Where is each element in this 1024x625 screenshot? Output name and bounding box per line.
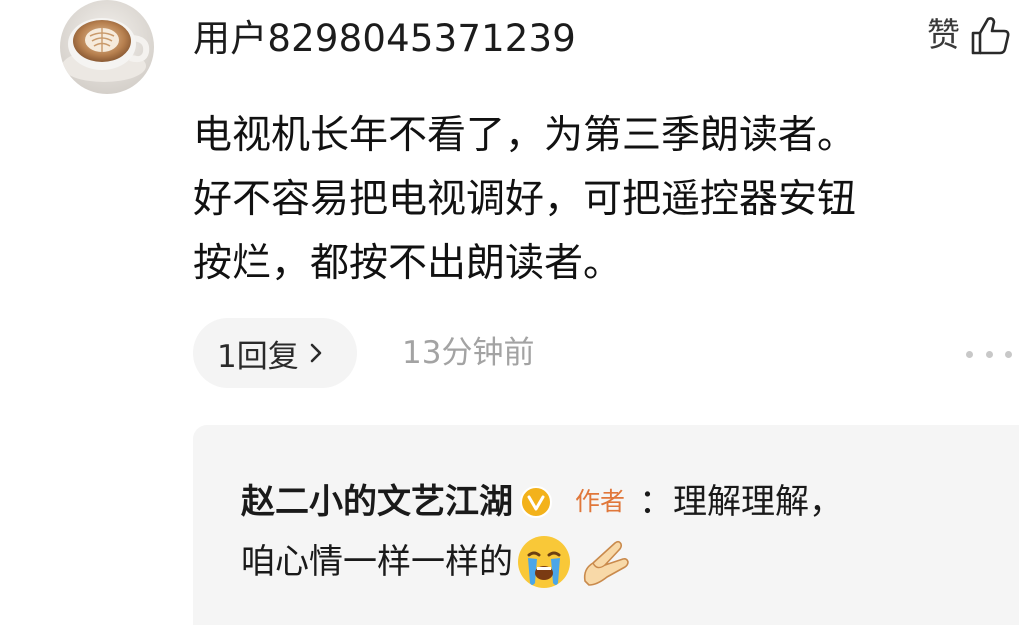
reply-preview[interactable]: 赵二小的文艺江湖 作者 ：理解理解， 咱心情一样一样的 (193, 425, 1019, 625)
reply-header-line: 赵二小的文艺江湖 作者 ：理解理解， (241, 477, 843, 527)
avatar[interactable] (60, 0, 154, 94)
reply-count-label: 1回复 (217, 338, 299, 375)
latte-avatar-image (60, 0, 154, 94)
author-tag-badge: 作者 (575, 487, 626, 516)
username[interactable]: 用户8298045371239 (193, 14, 576, 64)
comment-item: 用户8298045371239 赞 电视机长年不看了，为第三季朗读者。 好不容易… (0, 0, 1024, 625)
like-label: 赞 (927, 15, 960, 54)
chevron-right-icon (310, 343, 322, 363)
reply-body-line: 咱心情一样一样的 (241, 533, 633, 591)
more-dot (1005, 350, 1012, 358)
loudly-crying-face-emoji (518, 536, 570, 588)
view-replies-button[interactable]: 1回复 (193, 318, 357, 388)
verified-v-badge-icon (520, 486, 552, 518)
like-button[interactable]: 赞 (927, 10, 1012, 60)
more-dot (966, 350, 973, 358)
thumbs-up-icon (971, 17, 1010, 55)
reply-text-line2: 咱心情一样一样的 (241, 542, 513, 582)
reply-author-name[interactable]: 赵二小的文艺江湖 (241, 477, 513, 527)
comment-content: 电视机长年不看了，为第三季朗读者。 好不容易把电视调好，可把遥控器安钮 按烂，都… (193, 113, 857, 286)
comment-timestamp: 13分钟前 (402, 335, 535, 371)
pinched-fingers-hand-emoji (583, 540, 629, 586)
reply-text-line1: ：理解理解， (639, 482, 844, 522)
more-dot (985, 350, 993, 358)
more-dots-icon[interactable] (966, 348, 1012, 360)
